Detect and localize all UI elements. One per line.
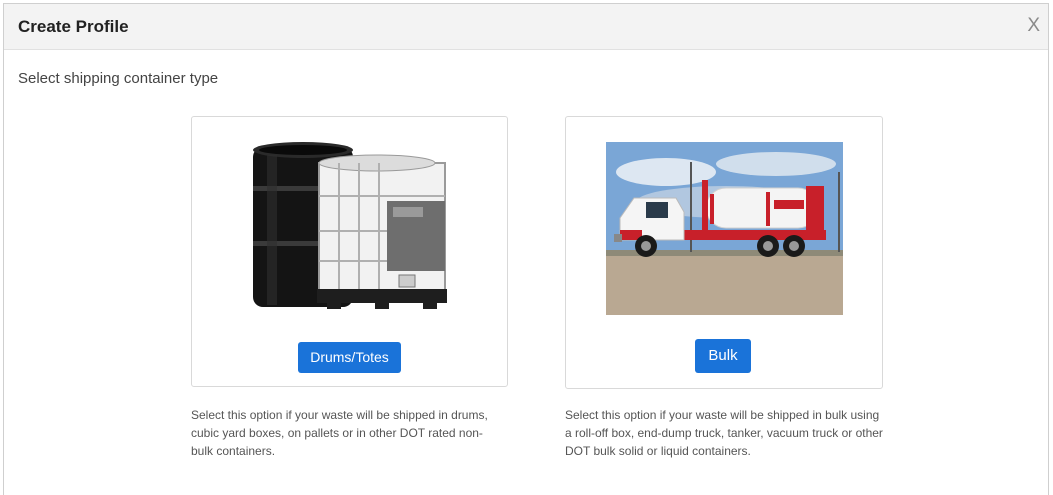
drums-totes-description: Select this option if your waste will be… xyxy=(191,408,488,458)
modal-header: Create Profile X xyxy=(4,4,1048,50)
create-profile-modal: Create Profile X Select shipping contain… xyxy=(3,3,1049,495)
bulk-description: Select this option if your waste will be… xyxy=(565,408,883,458)
bulk-card[interactable]: Bulk xyxy=(565,116,883,389)
modal-title: Create Profile xyxy=(18,17,129,36)
bulk-button[interactable]: Bulk xyxy=(695,339,751,373)
vacuum-truck-image xyxy=(606,142,843,315)
drums-totes-image xyxy=(247,141,452,311)
container-type-prompt: Select shipping container type xyxy=(18,70,219,87)
drums-totes-card[interactable]: Drums/Totes xyxy=(191,116,508,387)
close-button[interactable]: X xyxy=(1027,16,1040,35)
drums-totes-button[interactable]: Drums/Totes xyxy=(298,342,401,373)
